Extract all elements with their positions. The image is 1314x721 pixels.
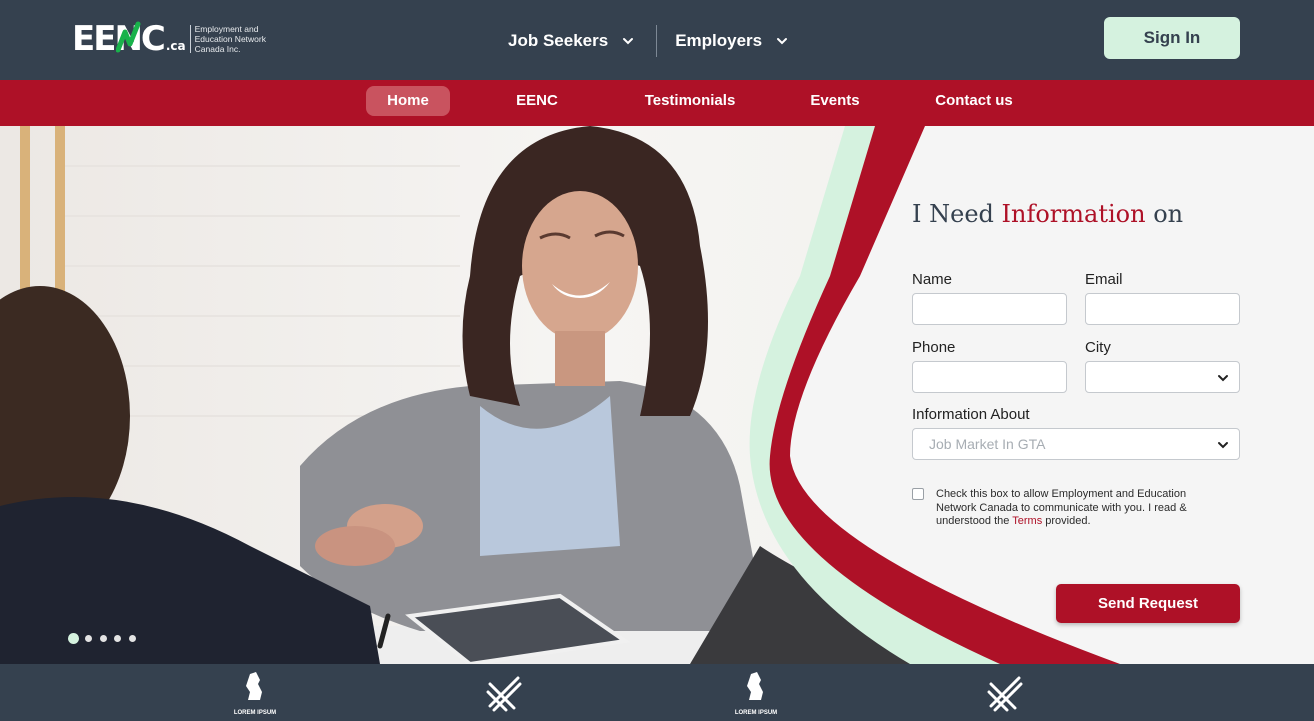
consent-text: Check this box to allow Employment and E…: [936, 488, 1214, 529]
chevron-down-icon: [623, 38, 634, 45]
info-about-select-value: Job Market In GTA: [929, 436, 1046, 452]
top-nav: Job Seekers Employers: [508, 24, 788, 58]
terms-link[interactable]: Terms: [1012, 515, 1042, 527]
partner-logo-tools: [987, 676, 1023, 712]
form-title-highlight: Information: [1001, 200, 1146, 228]
carousel-dot-2[interactable]: [85, 635, 92, 642]
info-about-select[interactable]: Job Market In GTA: [912, 428, 1240, 460]
nav-eenc[interactable]: EENC: [502, 86, 572, 116]
eenc-logo[interactable]: EENC .ca Employment and Education Networ…: [72, 19, 277, 59]
partner-logo-knight: LOREM IPSUM: [234, 672, 276, 716]
partner-logo-tools: [486, 676, 522, 712]
logo-swoosh-icon: [116, 21, 141, 53]
send-request-button[interactable]: Send Request: [1056, 584, 1240, 623]
logo-tagline: Employment and Education Network Canada …: [194, 24, 266, 54]
chevron-down-icon: [1218, 442, 1228, 449]
nav-employers[interactable]: Employers: [675, 31, 788, 51]
email-input[interactable]: [1085, 293, 1240, 325]
city-label: City: [1085, 339, 1111, 356]
phone-label: Phone: [912, 339, 956, 356]
partner-logos-bar: LOREM IPSUM LOREM IPSUM: [0, 664, 1314, 721]
logo-wordmark: EENC: [72, 19, 166, 59]
nav-job-seekers[interactable]: Job Seekers: [508, 31, 634, 51]
sign-in-button[interactable]: Sign In: [1104, 17, 1240, 59]
nav-home[interactable]: Home: [366, 86, 450, 116]
carousel-dot-3[interactable]: [99, 635, 107, 642]
partner-logo-caption: LOREM IPSUM: [234, 710, 276, 716]
nav-job-seekers-label: Job Seekers: [508, 31, 609, 50]
name-input[interactable]: [912, 293, 1067, 325]
consent-checkbox[interactable]: [912, 488, 924, 500]
form-title: I Need Information on: [912, 200, 1183, 228]
consent-text-post: provided.: [1042, 515, 1091, 527]
name-label: Name: [912, 271, 953, 288]
nav-testimonials[interactable]: Testimonials: [636, 86, 744, 116]
carousel-dot-1[interactable]: [68, 633, 79, 644]
carousel-dot-5[interactable]: [128, 635, 136, 642]
city-select[interactable]: [1085, 361, 1240, 393]
nav-contact-us[interactable]: Contact us: [924, 86, 1024, 116]
partner-logo-caption: LOREM IPSUM: [735, 710, 777, 716]
chevron-down-icon: [1218, 375, 1228, 382]
nav-employers-label: Employers: [675, 31, 763, 50]
hero-section: I Need Information on Name Email Phone C…: [0, 126, 1314, 664]
form-title-pre: I Need: [912, 200, 1002, 228]
email-label: Email: [1085, 271, 1123, 288]
chevron-down-icon: [777, 38, 788, 45]
main-nav: Home EENC Testimonials Events Contact us: [0, 80, 1314, 126]
info-about-label: Information About: [912, 406, 1030, 423]
logo-divider: [189, 25, 191, 53]
phone-input[interactable]: [912, 361, 1067, 393]
logo-suffix: .ca: [165, 39, 186, 53]
carousel-dot-4[interactable]: [114, 635, 121, 642]
partner-logo-knight: LOREM IPSUM: [735, 672, 777, 716]
form-title-post: on: [1145, 200, 1184, 228]
top-header: EENC .ca Employment and Education Networ…: [0, 0, 1314, 80]
carousel-dots: [68, 633, 143, 644]
nav-events[interactable]: Events: [800, 86, 870, 116]
nav-divider: [656, 25, 658, 57]
